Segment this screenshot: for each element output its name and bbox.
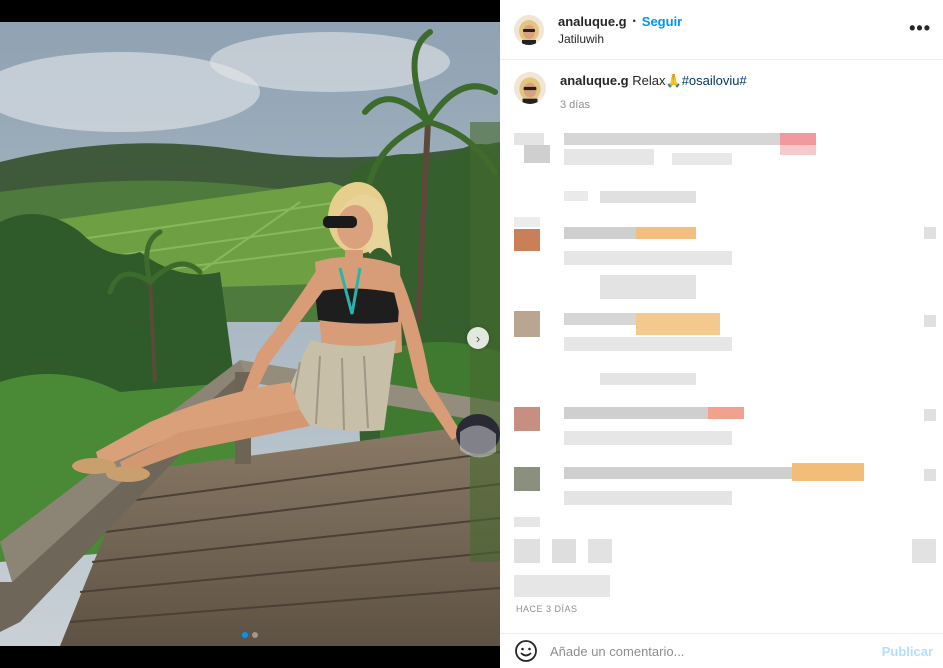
- caption-emoji: 🙏: [665, 73, 682, 88]
- post-media-panel: ›: [0, 0, 500, 668]
- post-sidebar: analuque.g • Seguir Jatiluwih ••• analuq…: [500, 0, 943, 668]
- follow-button[interactable]: Seguir: [642, 14, 682, 29]
- smiley-icon[interactable]: [514, 639, 538, 663]
- author-username[interactable]: analuque.g: [558, 14, 627, 29]
- caption-hashtag[interactable]: #osailoviu#: [682, 73, 747, 88]
- next-media-button[interactable]: ›: [467, 327, 489, 349]
- more-options-button[interactable]: •••: [909, 18, 931, 39]
- avatar[interactable]: [514, 14, 544, 45]
- carousel-dot-active: [242, 632, 248, 638]
- post-timestamp: HACE 3 DÍAS: [516, 604, 578, 614]
- caption-username[interactable]: analuque.g: [560, 73, 629, 88]
- header-separator: •: [632, 16, 636, 26]
- caption-avatar[interactable]: [514, 72, 546, 104]
- post-location[interactable]: Jatiluwih: [558, 32, 682, 46]
- caption-timestamp: 3 días: [560, 99, 590, 111]
- post-photo[interactable]: [0, 22, 500, 646]
- post-header: analuque.g • Seguir Jatiluwih •••: [500, 0, 943, 60]
- publish-button[interactable]: Publicar: [882, 644, 933, 659]
- more-horizontal-icon: •••: [909, 18, 931, 38]
- chevron-right-icon: ›: [475, 330, 481, 346]
- caption-text: Relax: [632, 73, 666, 88]
- instagram-post-modal: › analuque.g • Seguir Jatiluwih ••• anal…: [0, 0, 943, 668]
- comment-input[interactable]: [550, 643, 870, 659]
- comment-composer: Publicar: [500, 633, 943, 668]
- carousel-dots: [0, 632, 500, 638]
- carousel-dot: [252, 632, 258, 638]
- post-caption: analuque.g Relax🙏#osailoviu# 3 días: [514, 72, 934, 114]
- pixelated-comments: [500, 125, 943, 597]
